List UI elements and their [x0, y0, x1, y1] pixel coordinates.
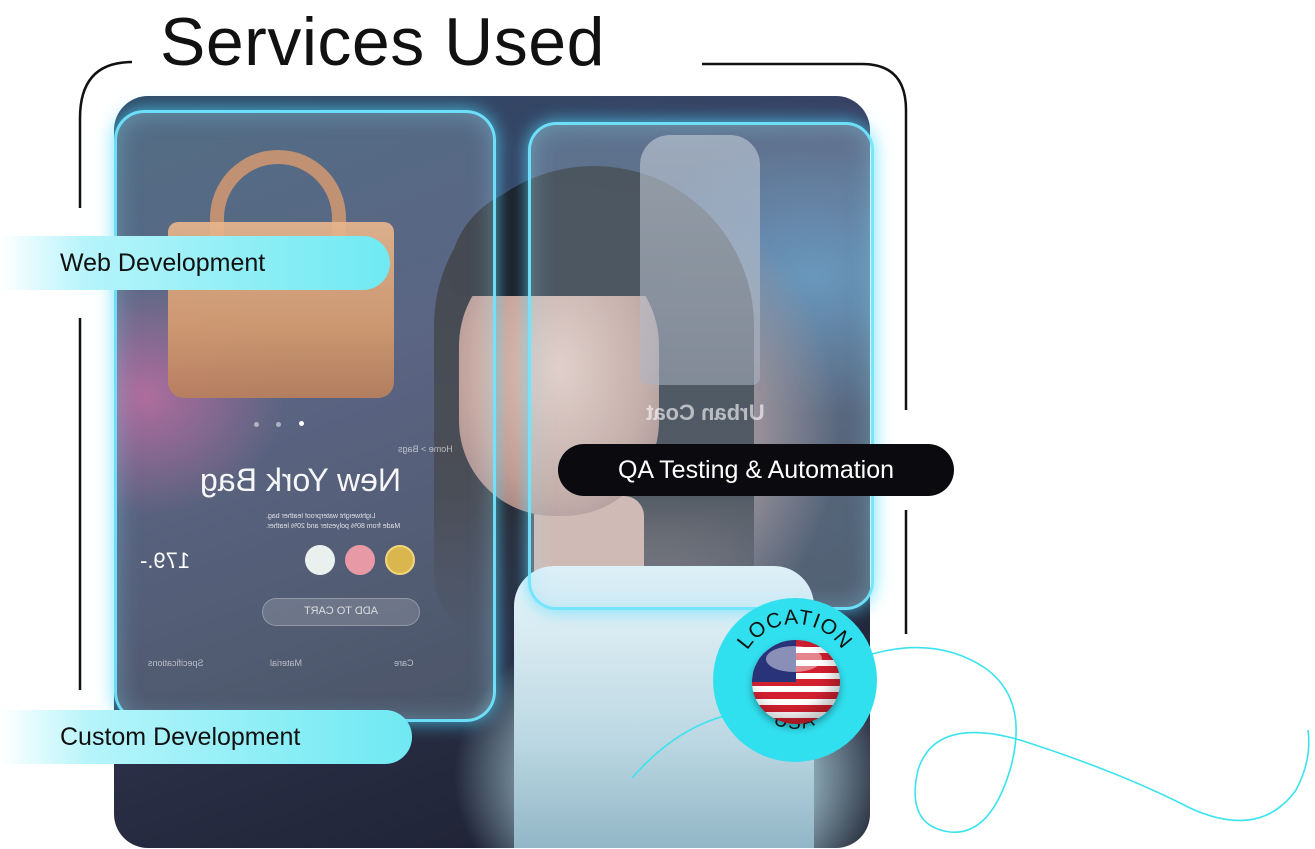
decorative-swirl [631, 646, 1310, 833]
us-flag-icon [752, 640, 840, 724]
flag-gloss [766, 646, 822, 672]
